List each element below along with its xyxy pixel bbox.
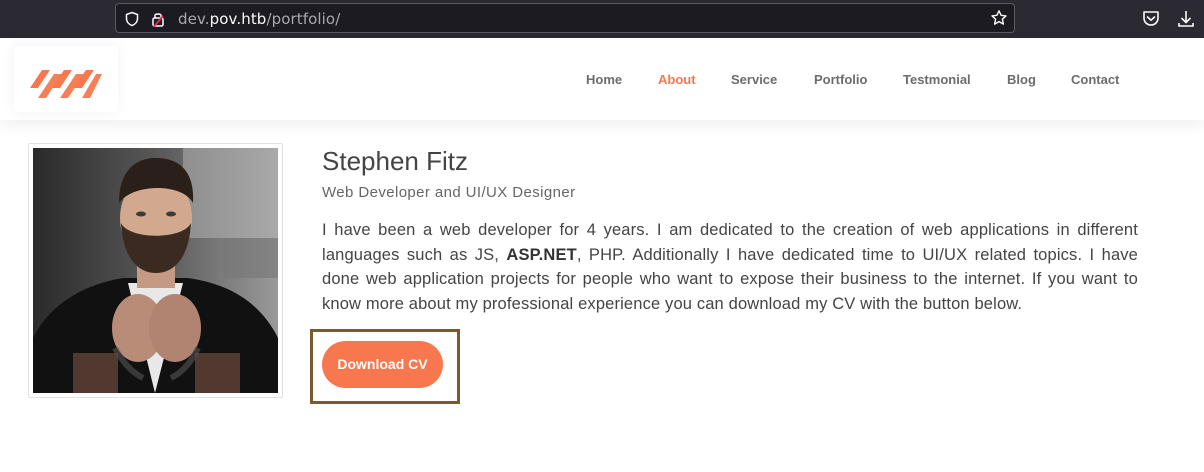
- site-logo[interactable]: [14, 46, 118, 112]
- url-text[interactable]: dev.pov.htb/portfolio/: [178, 10, 340, 28]
- lock-warning-icon[interactable]: [150, 11, 166, 28]
- bookmark-star-icon[interactable]: [990, 9, 1008, 27]
- shield-icon[interactable]: [124, 11, 140, 27]
- nav-service[interactable]: Service: [731, 72, 777, 87]
- site-header: Home About Service Portfolio Testmonial …: [0, 38, 1204, 120]
- profile-name: Stephen Fitz: [322, 146, 468, 176]
- nav-about[interactable]: About: [658, 72, 696, 87]
- profile-photo: [33, 148, 278, 393]
- nav-home[interactable]: Home: [586, 72, 622, 87]
- profile-title: Web Developer and UI/UX Designer: [322, 184, 576, 201]
- profile-bio: I have been a web developer for 4 years.…: [322, 221, 1138, 314]
- browser-toolbar: dev.pov.htb/portfolio/: [0, 0, 1204, 38]
- download-icon[interactable]: [1175, 8, 1197, 30]
- address-bar[interactable]: dev.pov.htb/portfolio/: [115, 3, 1015, 33]
- nav-portfolio[interactable]: Portfolio: [814, 72, 867, 87]
- nav-testmonial[interactable]: Testmonial: [903, 72, 971, 87]
- nav-blog[interactable]: Blog: [1007, 72, 1036, 87]
- logo-icon: [30, 70, 102, 98]
- download-cv-button[interactable]: Download CV: [322, 341, 443, 388]
- nav-contact[interactable]: Contact: [1071, 72, 1119, 87]
- profile-photo-frame: [28, 143, 283, 398]
- pocket-icon[interactable]: [1140, 8, 1162, 30]
